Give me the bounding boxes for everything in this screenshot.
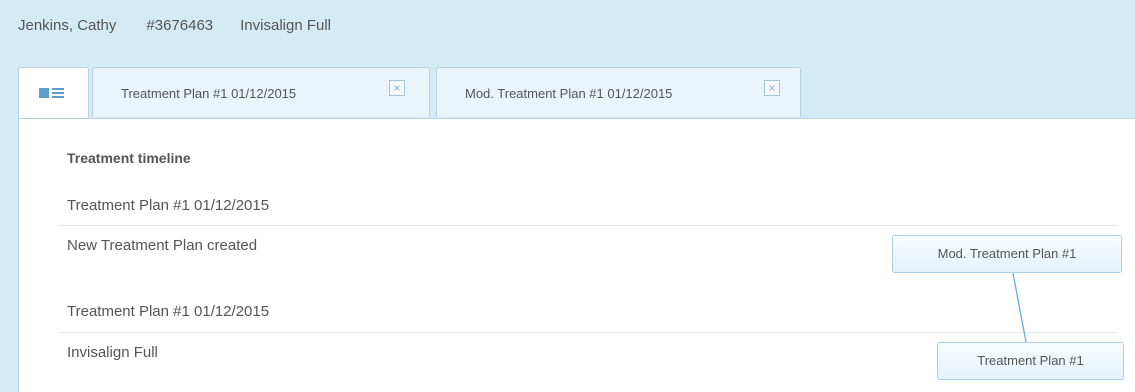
close-icon[interactable]: × (389, 80, 405, 96)
patient-name: Jenkins, Cathy (18, 17, 117, 34)
tab-label: Mod. Treatment Plan #1 01/12/2015 (465, 86, 673, 101)
patient-header: Jenkins, Cathy #3676463 Invisalign Full (18, 17, 331, 34)
graph-node-mod-treatment-plan[interactable]: Mod. Treatment Plan #1 (892, 235, 1122, 273)
timeline-entry-description: New Treatment Plan created (67, 237, 258, 254)
tab-treatment-plan-1[interactable]: Treatment Plan #1 01/12/2015 × (92, 67, 430, 117)
tab-label: Treatment Plan #1 01/12/2015 (121, 86, 297, 101)
section-title: Treatment timeline (67, 150, 191, 166)
timeline-entry-heading[interactable]: Treatment Plan #1 01/12/2015 (67, 197, 269, 214)
list-view-icon (39, 86, 71, 100)
timeline-entry-description: Invisalign Full (67, 344, 158, 361)
row-divider (59, 225, 1117, 226)
timeline-panel: Treatment timeline Treatment Plan #1 01/… (18, 118, 1135, 392)
row-divider (59, 332, 1117, 333)
app-window: Jenkins, Cathy #3676463 Invisalign Full … (0, 0, 1135, 392)
patient-id: #3676463 (146, 17, 214, 34)
patient-plan-type: Invisalign Full (240, 17, 332, 34)
close-icon[interactable]: × (764, 80, 780, 96)
tab-mod-treatment-plan-1[interactable]: Mod. Treatment Plan #1 01/12/2015 × (436, 67, 801, 117)
timeline-entry-heading[interactable]: Treatment Plan #1 01/12/2015 (67, 303, 269, 320)
tab-timeline-overview[interactable] (18, 67, 89, 119)
graph-node-treatment-plan[interactable]: Treatment Plan #1 (937, 342, 1124, 380)
